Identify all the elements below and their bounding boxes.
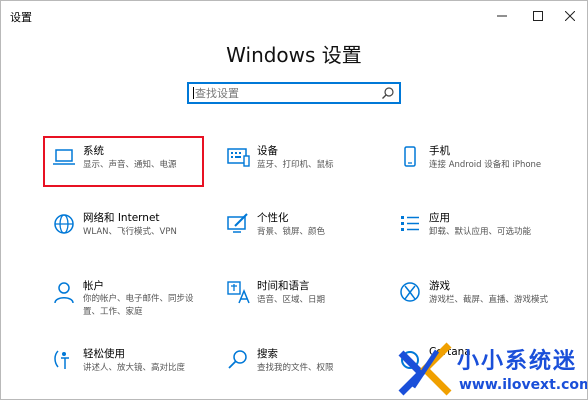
close-button[interactable] (553, 1, 587, 31)
search-box[interactable] (187, 82, 401, 104)
tile-name: 手机 (429, 145, 450, 157)
tile-gaming[interactable]: 游戏 游戏栏、截屏、直播、游戏模式 (389, 271, 559, 325)
tile-time-language[interactable]: 时间和语言 语音、区域、日期 (217, 271, 387, 325)
tile-description: 讲述人、放大镜、高对比度 (83, 363, 186, 373)
tile-name: 网络和 Internet (83, 212, 160, 224)
tile-name: 个性化 (257, 212, 289, 224)
tile-network[interactable]: 网络和 Internet WLAN、飞行模式、VPN (43, 203, 213, 257)
watermark-logo-icon (398, 342, 452, 396)
person-icon (54, 282, 74, 304)
paint-monitor-icon (227, 213, 248, 233)
tile-description: 你的帐户、电子邮件、同步设 置、工作、家庭 (83, 294, 194, 317)
keyboard-device-icon (227, 148, 250, 167)
tile-description: 蓝牙、打印机、鼠标 (257, 160, 334, 170)
phone-icon (404, 146, 416, 167)
tile-description: 语音、区域、日期 (257, 295, 326, 305)
tile-description: 卸载、默认应用、可选功能 (429, 227, 532, 237)
tile-name: 设备 (257, 145, 278, 157)
tile-description: 查找我的文件、权限 (257, 363, 334, 373)
apps-list-icon (401, 216, 419, 231)
tile-system[interactable]: 系统 显示、声音、通知、电源 (43, 136, 213, 190)
maximize-button[interactable] (521, 1, 555, 31)
tile-personalization[interactable]: 个性化 背景、锁屏、颜色 (217, 203, 387, 257)
page-title: Windows 设置 (226, 43, 362, 67)
watermark: 小小系统迷 www.ilovext.com (395, 337, 588, 399)
tile-description: WLAN、飞行模式、VPN (83, 227, 177, 237)
text-caret (193, 87, 194, 99)
maximize-icon (533, 11, 543, 21)
tile-name: 帐户 (83, 280, 104, 292)
tile-description: 连接 Android 设备和 iPhone (429, 160, 542, 170)
tile-devices[interactable]: 设备 蓝牙、打印机、鼠标 (217, 136, 387, 190)
tile-description: 背景、锁屏、颜色 (257, 227, 326, 237)
watermark-url: www.ilovext.com (459, 377, 588, 393)
tile-apps[interactable]: 应用 卸载、默认应用、可选功能 (389, 203, 559, 257)
minimize-button[interactable] (485, 1, 519, 31)
watermark-text: 小小系统迷 (457, 349, 578, 374)
tile-name: 系统 (83, 145, 104, 157)
tile-search[interactable]: 搜索 查找我的文件、权限 (217, 339, 387, 393)
tile-accounts[interactable]: 帐户 你的帐户、电子邮件、同步设 置、工作、家庭 (43, 271, 213, 325)
close-icon (565, 11, 575, 21)
minimize-icon (497, 15, 507, 17)
tile-ease-of-access[interactable]: 轻松使用 讲述人、放大镜、高对比度 (43, 339, 213, 393)
tile-name: 时间和语言 (257, 280, 310, 292)
xbox-icon (400, 282, 420, 302)
time-language-icon (227, 281, 250, 304)
tile-name: 应用 (429, 212, 450, 224)
magnifier-icon (228, 350, 247, 369)
tile-name: 轻松使用 (83, 348, 125, 360)
window-title: 设置 (10, 11, 32, 24)
globe-icon (54, 214, 74, 234)
tile-description: 游戏栏、截屏、直播、游戏模式 (429, 295, 549, 305)
search-icon[interactable] (381, 86, 395, 100)
tile-description: 显示、声音、通知、电源 (83, 160, 177, 170)
tile-name: 游戏 (429, 280, 450, 292)
laptop-icon (53, 149, 75, 165)
settings-window: 设置 Windows 设置 系统 显示、声音、通知、电源 (0, 0, 588, 400)
tile-name: 搜索 (257, 348, 278, 360)
ease-of-access-icon (54, 350, 69, 369)
tile-phone[interactable]: 手机 连接 Android 设备和 iPhone (389, 136, 559, 190)
search-input[interactable] (195, 85, 375, 101)
title-bar: 设置 (1, 1, 587, 31)
